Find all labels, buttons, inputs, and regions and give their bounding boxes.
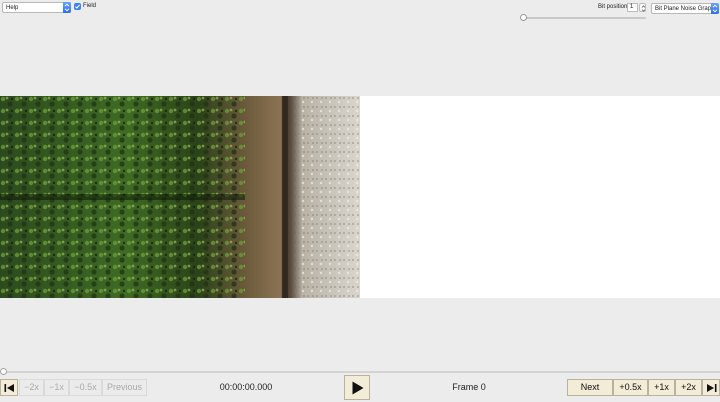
field-checkbox[interactable] [74, 3, 81, 10]
chevron-down-icon [711, 3, 719, 14]
speed-plus-2x-button[interactable]: +2x [675, 379, 702, 396]
bit-position-label: Bit position [598, 4, 628, 10]
help-select[interactable]: Help [2, 2, 71, 13]
play-icon [352, 381, 364, 395]
plane-slider-thumb[interactable] [520, 14, 527, 21]
check-icon [75, 4, 81, 9]
step-forward-icon [707, 384, 717, 392]
chevron-down-icon [63, 2, 71, 13]
video-frame-image [0, 96, 720, 298]
speed-plus-1x-button[interactable]: +1x [648, 379, 675, 396]
bit-position-stepper[interactable] [639, 3, 646, 12]
help-select-value: Help [6, 5, 19, 11]
speed-minus-1x-button[interactable]: −1x [44, 379, 69, 396]
step-forward-button[interactable] [702, 379, 720, 396]
timecode: 00:00:00.000 [219, 382, 273, 392]
play-button[interactable] [344, 375, 370, 400]
timeline-track[interactable] [0, 371, 720, 373]
next-button[interactable]: Next [567, 379, 613, 396]
step-back-button[interactable] [0, 379, 18, 396]
plane-slider-track[interactable] [523, 17, 646, 19]
step-back-icon [4, 384, 14, 392]
graph-mode-select[interactable]: Bit Plane Noise Graph [651, 3, 719, 14]
speed-minus-2x-button[interactable]: −2x [19, 379, 44, 396]
video-frame [0, 96, 720, 298]
speed-minus-half-button[interactable]: −0.5x [69, 379, 102, 396]
field-label: Field [83, 3, 97, 9]
frame-counter: Frame 0 [452, 382, 486, 392]
stepper-arrows-icon [641, 5, 646, 12]
speed-plus-half-button[interactable]: +0.5x [613, 379, 648, 396]
previous-button[interactable]: Previous [102, 379, 147, 396]
graph-mode-value: Bit Plane Noise Graph [655, 6, 715, 12]
bit-position-input[interactable]: 1 [627, 3, 638, 12]
timeline-thumb[interactable] [0, 368, 7, 375]
